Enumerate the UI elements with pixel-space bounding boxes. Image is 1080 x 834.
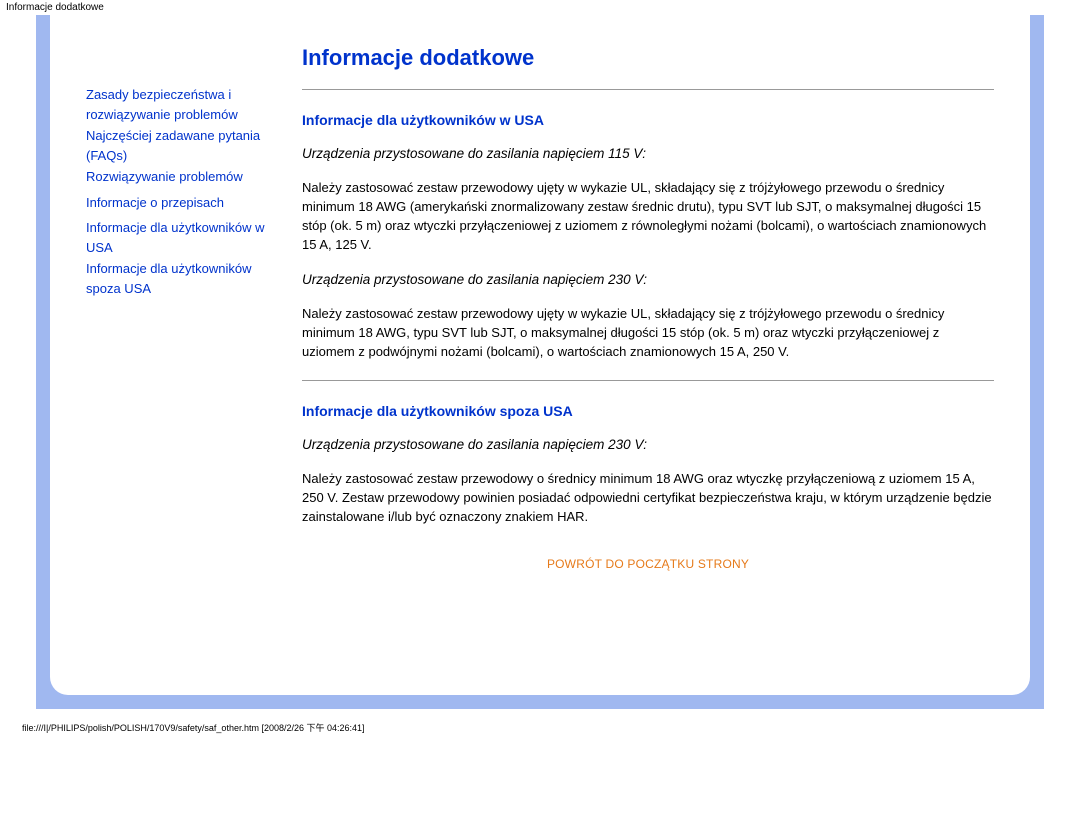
sidebar-link-faqs[interactable]: Najczęściej zadawane pytania (FAQs) — [86, 128, 260, 163]
paragraph-230v-nonusa: Należy zastosować zestaw przewodowy o śr… — [302, 470, 994, 527]
browser-title: Informacje dodatkowe — [0, 0, 1080, 15]
inner-panel: Zasady bezpieczeństwa i rozwiązywanie pr… — [50, 15, 1030, 695]
back-to-top-wrapper: POWRÓT DO POCZĄTKU STRONY — [302, 556, 994, 571]
main-content: Informacje dodatkowe Informacje dla użyt… — [302, 45, 994, 645]
section-heading-usa: Informacje dla użytkowników w USA — [302, 112, 994, 128]
sidebar-link-safety[interactable]: Zasady bezpieczeństwa i rozwiązywanie pr… — [86, 87, 238, 122]
sidebar-link-usa-users[interactable]: Informacje dla użytkowników w USA — [86, 220, 264, 255]
paragraph-115v: Należy zastosować zestaw przewodowy ujęt… — [302, 179, 994, 254]
back-to-top-link[interactable]: POWRÓT DO POCZĄTKU STRONY — [547, 557, 749, 571]
outer-frame: Zasady bezpieczeństwa i rozwiązywanie pr… — [36, 15, 1044, 709]
page-title: Informacje dodatkowe — [302, 45, 994, 71]
subheading-230v-nonusa: Urządzenia przystosowane do zasilania na… — [302, 437, 994, 452]
sidebar-link-nonusa-users[interactable]: Informacje dla użytkowników spoza USA — [86, 261, 251, 296]
divider — [302, 380, 994, 381]
subheading-230v-usa: Urządzenia przystosowane do zasilania na… — [302, 272, 994, 287]
sidebar-link-regulations[interactable]: Informacje o przepisach — [86, 195, 224, 210]
sidebar-nav: Zasady bezpieczeństwa i rozwiązywanie pr… — [86, 45, 276, 645]
section-heading-nonusa: Informacje dla użytkowników spoza USA — [302, 403, 994, 419]
footer-file-path: file:///I|/PHILIPS/polish/POLISH/170V9/s… — [0, 717, 1080, 742]
paragraph-230v-usa: Należy zastosować zestaw przewodowy ujęt… — [302, 305, 994, 362]
subheading-115v: Urządzenia przystosowane do zasilania na… — [302, 146, 994, 161]
sidebar-link-troubleshooting[interactable]: Rozwiązywanie problemów — [86, 169, 243, 184]
divider — [302, 89, 994, 90]
